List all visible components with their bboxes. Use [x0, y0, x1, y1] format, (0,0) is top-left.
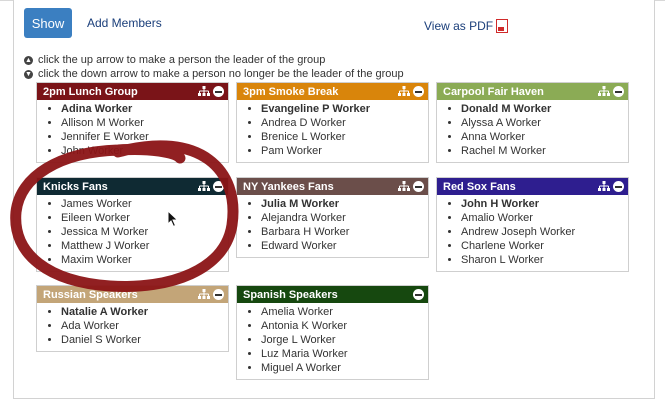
member-list: Adina Worker Allison M Worker Jennifer E…: [37, 100, 228, 162]
member-item[interactable]: Barbara H Worker: [261, 225, 428, 239]
member-list: John H Worker Amalio Worker Andrew Josep…: [437, 195, 628, 271]
member-item[interactable]: James Worker: [61, 197, 228, 211]
member-item[interactable]: Maxim Worker: [61, 253, 228, 267]
group-card: NY Yankees Fans Julia M Worker Alejandra…: [236, 177, 429, 258]
remove-group-icon[interactable]: [413, 289, 424, 300]
group-card: 2pm Lunch Group Adina Worker Allison M W…: [36, 82, 229, 163]
pdf-icon: [496, 19, 509, 33]
instruction-down-text: click the down arrow to make a person no…: [38, 68, 404, 80]
org-chart-icon[interactable]: [198, 289, 210, 300]
remove-group-icon[interactable]: [413, 86, 424, 97]
remove-group-icon[interactable]: [613, 86, 624, 97]
show-button[interactable]: Show: [24, 8, 72, 38]
view-as-pdf-label: View as PDF: [424, 19, 494, 33]
group-card: 3pm Smoke Break Evangeline P Worker Andr…: [236, 82, 429, 163]
org-chart-icon[interactable]: [398, 86, 410, 97]
member-list: Amelia Worker Antonia K Worker Jorge L W…: [237, 303, 428, 379]
member-item[interactable]: Pam Worker: [261, 144, 428, 158]
add-members-link[interactable]: Add Members: [87, 16, 162, 30]
member-list: Donald M Worker Alyssa A Worker Anna Wor…: [437, 100, 628, 162]
down-arrow-icon: ▼: [24, 69, 33, 79]
member-item[interactable]: Alyssa A Worker: [461, 116, 628, 130]
org-chart-icon[interactable]: [198, 181, 210, 192]
member-item[interactable]: John Worker: [61, 144, 228, 158]
member-item[interactable]: Matthew J Worker: [61, 239, 228, 253]
group-card: Spanish Speakers Amelia Worker Antonia K…: [236, 285, 429, 380]
member-item[interactable]: Julia M Worker: [261, 197, 428, 211]
group-header: Red Sox Fans: [437, 178, 628, 195]
group-header: 3pm Smoke Break: [237, 83, 428, 100]
group-card: Knicks Fans James Worker Eileen Worker J…: [36, 177, 229, 272]
member-item[interactable]: John H Worker: [461, 197, 628, 211]
member-item[interactable]: Amalio Worker: [461, 211, 628, 225]
group-title: Red Sox Fans: [443, 180, 516, 193]
member-item[interactable]: Natalie A Worker: [61, 305, 228, 319]
member-item[interactable]: Sharon L Worker: [461, 253, 628, 267]
remove-group-icon[interactable]: [413, 181, 424, 192]
group-header: Spanish Speakers: [237, 286, 428, 303]
group-title: Carpool Fair Haven: [443, 85, 544, 98]
member-item[interactable]: Brenice L Worker: [261, 130, 428, 144]
org-chart-icon[interactable]: [598, 181, 610, 192]
member-item[interactable]: Eileen Worker: [61, 211, 228, 225]
group-title: Knicks Fans: [43, 180, 108, 193]
view-as-pdf-link[interactable]: View as PDF: [424, 19, 509, 33]
member-item[interactable]: Alejandra Worker: [261, 211, 428, 225]
member-item[interactable]: Luz Maria Worker: [261, 347, 428, 361]
member-item[interactable]: Rachel M Worker: [461, 144, 628, 158]
member-item[interactable]: Jennifer E Worker: [61, 130, 228, 144]
member-item[interactable]: Andrew Joseph Worker: [461, 225, 628, 239]
member-item[interactable]: Anna Worker: [461, 130, 628, 144]
group-card: Russian Speakers Natalie A Worker Ada Wo…: [36, 285, 229, 352]
group-card: Red Sox Fans John H Worker Amalio Worker…: [436, 177, 629, 272]
group-title: NY Yankees Fans: [243, 180, 334, 193]
member-item[interactable]: Evangeline P Worker: [261, 102, 428, 116]
member-list: Julia M Worker Alejandra Worker Barbara …: [237, 195, 428, 257]
member-item[interactable]: Miguel A Worker: [261, 361, 428, 375]
member-list: James Worker Eileen Worker Jessica M Wor…: [37, 195, 228, 271]
member-item[interactable]: Edward Worker: [261, 239, 428, 253]
group-header: Knicks Fans: [37, 178, 228, 195]
member-item[interactable]: Amelia Worker: [261, 305, 428, 319]
org-chart-icon[interactable]: [198, 86, 210, 97]
member-item[interactable]: Andrea D Worker: [261, 116, 428, 130]
org-chart-icon[interactable]: [598, 86, 610, 97]
member-item[interactable]: Allison M Worker: [61, 116, 228, 130]
member-item[interactable]: Daniel S Worker: [61, 333, 228, 347]
remove-group-icon[interactable]: [213, 289, 224, 300]
member-item[interactable]: Ada Worker: [61, 319, 228, 333]
mouse-cursor-icon: [167, 210, 179, 228]
instruction-up-text: click the up arrow to make a person the …: [38, 54, 326, 66]
group-title: 3pm Smoke Break: [243, 85, 339, 98]
instruction-down: ▼ click the down arrow to make a person …: [24, 68, 404, 80]
org-chart-icon[interactable]: [398, 181, 410, 192]
remove-group-icon[interactable]: [213, 181, 224, 192]
group-title: Spanish Speakers: [243, 288, 338, 301]
remove-group-icon[interactable]: [613, 181, 624, 192]
group-header: 2pm Lunch Group: [37, 83, 228, 100]
remove-group-icon[interactable]: [213, 86, 224, 97]
group-title: Russian Speakers: [43, 288, 138, 301]
member-item[interactable]: Jessica M Worker: [61, 225, 228, 239]
group-header: NY Yankees Fans: [237, 178, 428, 195]
group-header: Russian Speakers: [37, 286, 228, 303]
member-item[interactable]: Jorge L Worker: [261, 333, 428, 347]
group-title: 2pm Lunch Group: [43, 85, 138, 98]
group-card: Carpool Fair Haven Donald M Worker Alyss…: [436, 82, 629, 163]
member-item[interactable]: Adina Worker: [61, 102, 228, 116]
member-item[interactable]: Donald M Worker: [461, 102, 628, 116]
member-list: Evangeline P Worker Andrea D Worker Bren…: [237, 100, 428, 162]
group-header: Carpool Fair Haven: [437, 83, 628, 100]
member-item[interactable]: Antonia K Worker: [261, 319, 428, 333]
member-list: Natalie A Worker Ada Worker Daniel S Wor…: [37, 303, 228, 351]
instruction-up: ▲ click the up arrow to make a person th…: [24, 54, 325, 66]
member-item[interactable]: Charlene Worker: [461, 239, 628, 253]
up-arrow-icon: ▲: [24, 55, 33, 65]
